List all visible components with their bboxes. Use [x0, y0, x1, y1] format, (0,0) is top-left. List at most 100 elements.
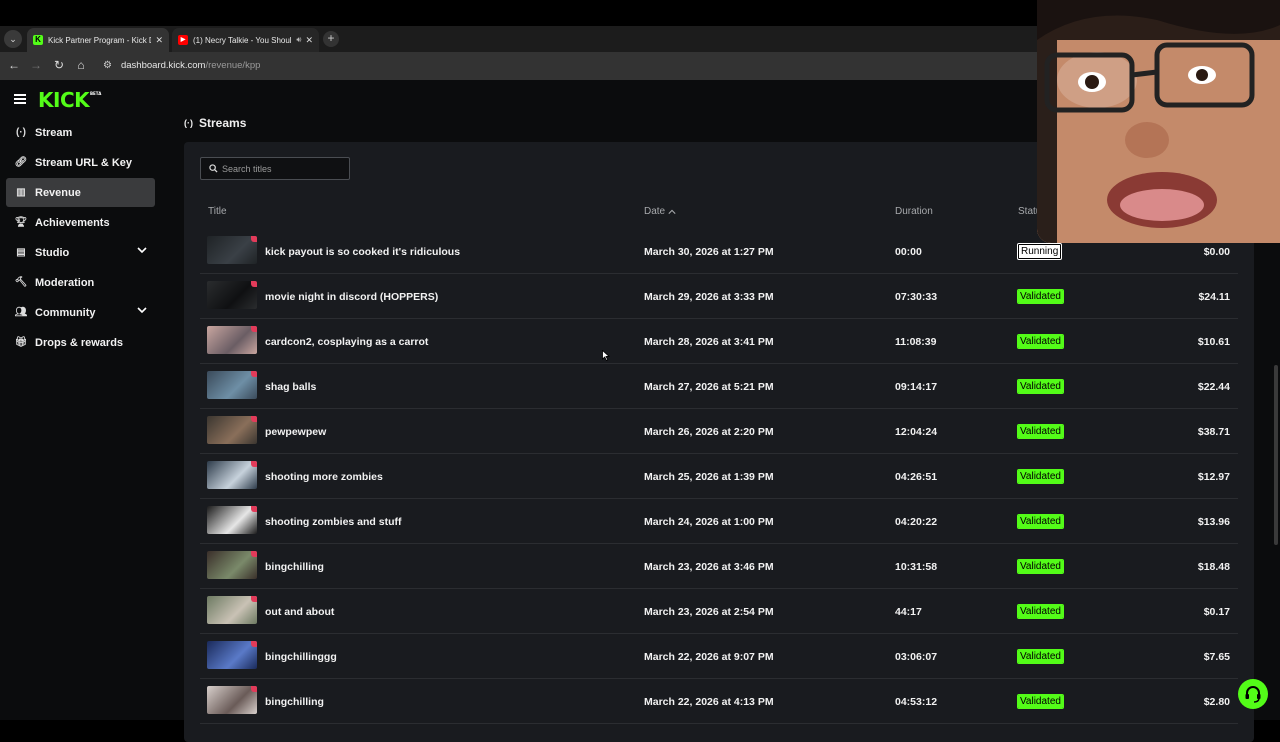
table-row[interactable]: shooting zombies and stuff March 24, 2026…: [200, 499, 1238, 544]
stream-duration: 04:53:12: [895, 695, 938, 708]
stream-date: March 25, 2026 at 1:39 PM: [644, 470, 774, 483]
stream-earnings: $2.80: [1203, 695, 1230, 708]
stream-duration: 09:14:17: [895, 380, 938, 393]
search-box[interactable]: [200, 157, 350, 180]
menu-icon[interactable]: [14, 94, 26, 104]
kick-logo[interactable]: KICK BETA: [38, 88, 101, 112]
sidebar-item-achievements[interactable]: 🏆︎ Achievements: [6, 208, 155, 237]
thumbnail-marker: [251, 506, 257, 512]
stream-title[interactable]: out and about: [265, 589, 334, 634]
page-scrollbar[interactable]: [1274, 365, 1278, 545]
sidebar-item-label: Moderation: [35, 276, 95, 289]
stream-date: March 22, 2026 at 9:07 PM: [644, 650, 774, 663]
status-badge: Validated: [1017, 694, 1064, 709]
thumbnail-marker: [251, 641, 257, 647]
search-input[interactable]: [222, 163, 342, 174]
sidebar-item-revenue[interactable]: ▥ Revenue: [6, 178, 155, 207]
table-row[interactable]: out and about March 23, 2026 at 2:54 PM 44…: [200, 589, 1238, 634]
stream-thumbnail[interactable]: [207, 686, 257, 714]
column-header-duration[interactable]: Duration: [895, 206, 933, 217]
stream-title[interactable]: shooting more zombies: [265, 454, 383, 499]
table-row[interactable]: shag balls March 27, 2026 at 5:21 PM 09:14…: [200, 364, 1238, 409]
browser-tab-youtube[interactable]: ▶ (1) Necry Talkie - You Shoul 🔊︎ ✕: [172, 28, 319, 52]
table-row[interactable]: pewpewpew March 26, 2026 at 2:20 PM 12:04:…: [200, 409, 1238, 454]
stream-duration: 11:08:39: [895, 335, 937, 348]
youtube-favicon-icon: ▶: [178, 35, 188, 45]
table-row[interactable]: shooting more zombies March 25, 2026 at 1…: [200, 454, 1238, 499]
hammer-icon: 🔨︎: [14, 277, 28, 288]
chevron-down-icon[interactable]: [137, 305, 147, 315]
sidebar-item-label: Revenue: [35, 186, 81, 199]
column-header-date[interactable]: Date: [644, 206, 676, 217]
stream-earnings: $24.11: [1198, 290, 1230, 303]
table-row[interactable]: bingchilling March 22, 2026 at 4:13 PM 04:…: [200, 679, 1238, 724]
stream-date: March 30, 2026 at 1:27 PM: [644, 245, 774, 258]
sidebar-item-drops-rewards[interactable]: 🎁︎ Drops & rewards: [6, 328, 155, 357]
stream-thumbnail[interactable]: [207, 326, 257, 354]
stream-earnings: $22.44: [1197, 380, 1230, 393]
stream-title[interactable]: shag balls: [265, 364, 316, 409]
stream-status: Validated: [1017, 454, 1064, 499]
reload-icon[interactable]: ↻: [52, 58, 66, 72]
support-chat-button[interactable]: [1238, 679, 1268, 709]
stream-title[interactable]: kick payout is so cooked it's ridiculous: [265, 229, 460, 274]
tab-search-icon[interactable]: ⌄: [4, 30, 22, 48]
stream-title[interactable]: movie night in discord (HOPPERS): [265, 274, 438, 319]
stream-thumbnail[interactable]: [207, 281, 257, 309]
stream-title[interactable]: bingchillinggg: [265, 634, 337, 679]
site-settings-icon[interactable]: ⚙: [103, 60, 112, 71]
chevron-down-icon[interactable]: [137, 245, 147, 255]
stream-status: Validated: [1017, 634, 1064, 679]
stream-thumbnail[interactable]: [207, 596, 257, 624]
column-header-title[interactable]: Title: [208, 206, 227, 217]
stream-title[interactable]: bingchilling: [265, 679, 324, 724]
sidebar-item-community[interactable]: 👥︎ Community: [6, 298, 155, 327]
forward-icon[interactable]: →: [29, 58, 43, 72]
broadcast-icon: (·): [184, 118, 193, 128]
close-tab-icon[interactable]: ✕: [305, 35, 313, 46]
stream-title[interactable]: shooting zombies and stuff: [265, 499, 402, 544]
table-row[interactable]: bingchillinggg March 22, 2026 at 9:07 PM 0…: [200, 634, 1238, 679]
stream-title[interactable]: pewpewpew: [265, 409, 326, 454]
speaker-icon[interactable]: 🔊︎: [296, 35, 301, 45]
headset-icon: [1245, 686, 1261, 703]
url-field[interactable]: ⚙ dashboard.kick.com/revenue/kpp: [103, 56, 260, 74]
close-tab-icon[interactable]: ✕: [155, 35, 163, 46]
stream-thumbnail[interactable]: [207, 506, 257, 534]
stream-title[interactable]: bingchilling: [265, 544, 324, 589]
sidebar-item-label: Community: [35, 306, 96, 319]
status-badge: Validated: [1017, 379, 1064, 394]
stream-thumbnail[interactable]: [207, 236, 257, 264]
stream-title[interactable]: cardcon2, cosplaying as a carrot: [265, 319, 428, 364]
sidebar-item-label: Drops & rewards: [35, 336, 124, 349]
stream-thumbnail[interactable]: [207, 371, 257, 399]
sidebar-item-stream-url-key[interactable]: 🔗︎ Stream URL & Key: [6, 148, 155, 177]
sidebar-item-moderation[interactable]: 🔨︎ Moderation: [6, 268, 155, 297]
back-icon[interactable]: ←: [7, 58, 21, 72]
stream-status: Validated: [1017, 499, 1064, 544]
table-row[interactable]: cardcon2, cosplaying as a carrot March 28…: [200, 319, 1238, 364]
status-badge: Validated: [1017, 334, 1064, 349]
sidebar-item-stream[interactable]: (·) Stream: [6, 118, 155, 147]
stream-thumbnail[interactable]: [207, 461, 257, 489]
stream-date: March 28, 2026 at 3:41 PM: [644, 335, 774, 348]
thumbnail-marker: [251, 686, 257, 692]
webcam-face-image: [1037, 0, 1280, 243]
thumbnail-marker: [251, 416, 257, 422]
browser-tab-kick[interactable]: K Kick Partner Program - Kick Da ✕: [27, 28, 169, 52]
stream-thumbnail[interactable]: [207, 416, 257, 444]
thumbnail-marker: [251, 326, 257, 332]
users-icon: 👥︎: [14, 307, 28, 318]
new-tab-button[interactable]: +: [323, 31, 339, 47]
sidebar-item-studio[interactable]: ▤ Studio: [6, 238, 155, 267]
stream-thumbnail[interactable]: [207, 551, 257, 579]
search-icon: [209, 164, 218, 173]
home-icon[interactable]: ⌂: [74, 58, 88, 72]
table-row[interactable]: movie night in discord (HOPPERS) March 29…: [200, 274, 1238, 319]
link-icon: 🔗︎: [14, 157, 28, 168]
url-host: dashboard.kick.com: [120, 59, 206, 71]
stream-date: March 27, 2026 at 5:21 PM: [644, 380, 774, 393]
thumbnail-marker: [251, 236, 257, 242]
table-row[interactable]: bingchilling March 23, 2026 at 3:46 PM 10:…: [200, 544, 1238, 589]
stream-thumbnail[interactable]: [207, 641, 257, 669]
